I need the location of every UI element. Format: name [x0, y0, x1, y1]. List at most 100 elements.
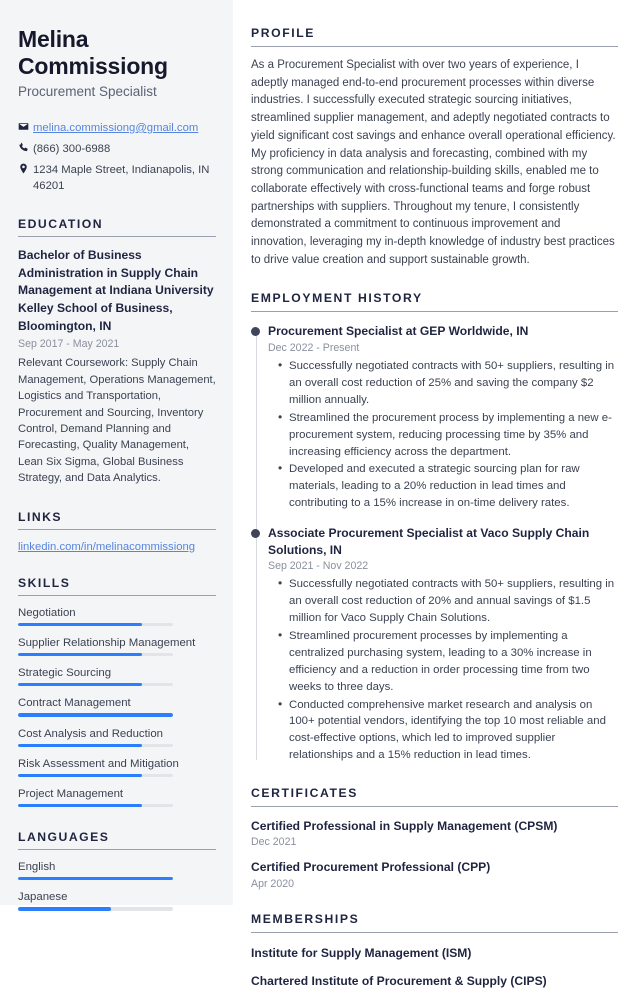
- skill-label: Cost Analysis and Reduction: [18, 727, 163, 740]
- employment-date: Sep 2021 - Nov 2022: [268, 560, 369, 573]
- candidate-name: Melina Commissiong: [18, 26, 168, 80]
- language-level-bar: [18, 877, 173, 881]
- employment-date: Dec 2022 - Present: [268, 342, 360, 355]
- skill-level-bar: [18, 713, 173, 717]
- employment-bullet: Successfully negotiated contracts with 5…: [278, 357, 618, 409]
- membership-entry: Chartered Institute of Procurement & Sup…: [251, 973, 547, 988]
- skill: Cost Analysis and Reduction: [18, 728, 216, 747]
- employment-bullets: Successfully negotiated contracts with 5…: [268, 357, 618, 512]
- location-pin-icon: [18, 162, 33, 174]
- skill-level-fill: [18, 683, 142, 687]
- memberships-heading: MEMBERSHIPS: [251, 912, 618, 933]
- links-section: LINKS linkedin.com/in/melinacommissiong: [18, 510, 216, 553]
- skill-label: Negotiation: [18, 606, 76, 619]
- skill-level-fill: [18, 743, 142, 747]
- memberships-section: MEMBERSHIPS Institute for Supply Managem…: [251, 912, 618, 989]
- employment-bullets: Successfully negotiated contracts with 5…: [268, 575, 618, 765]
- contact-value: (866) 300-6988: [33, 142, 111, 155]
- education-degree: Bachelor of Business Administration in S…: [18, 247, 214, 333]
- skill-label: Risk Assessment and Mitigation: [18, 757, 179, 770]
- profile-section: PROFILE As a Procurement Specialist with…: [251, 26, 618, 269]
- education-description: Relevant Coursework: Supply Chain Manage…: [18, 357, 216, 485]
- contact-value: 1234 Maple Street, Indianapolis, IN 4620…: [33, 163, 210, 192]
- skill-level-bar: [18, 743, 173, 747]
- skill: Negotiation: [18, 606, 216, 627]
- skill-level-bar: [18, 683, 173, 687]
- skill: Risk Assessment and Mitigation: [18, 758, 216, 777]
- profile-heading: PROFILE: [251, 26, 618, 47]
- skill: Contract Management: [18, 697, 216, 717]
- main-content: PROFILE As a Procurement Specialist with…: [233, 0, 640, 988]
- employment-timeline: Procurement Specialist at GEP Worldwide,…: [251, 323, 618, 764]
- membership-entry: Institute for Supply Management (ISM): [251, 945, 472, 960]
- certificate-entry: Certified Professional in Supply Managem…: [251, 818, 618, 848]
- education-date: Sep 2017 - May 2021: [18, 338, 120, 351]
- employment-entry: Procurement Specialist at GEP Worldwide,…: [251, 323, 618, 512]
- language-level-bar: [18, 907, 173, 911]
- skill-label: Contract Management: [18, 697, 131, 710]
- certificate-date: Apr 2020: [251, 877, 294, 890]
- employment-bullet: Successfully negotiated contracts with 5…: [278, 575, 618, 627]
- languages-list: English Japanese: [18, 861, 216, 911]
- employment-bullet: Conducted comprehensive market research …: [278, 696, 618, 765]
- candidate-job-title: Procurement Specialist: [18, 84, 157, 100]
- language-label: English: [18, 861, 56, 874]
- employment-bullet: Streamlined procurement processes by imp…: [278, 627, 618, 696]
- language-level-fill: [18, 907, 111, 911]
- employment-section: EMPLOYMENT HISTORY Procurement Specialis…: [251, 291, 618, 764]
- sidebar: Melina Commissiong Procurement Specialis…: [0, 0, 233, 911]
- languages-section: LANGUAGES English Japanese: [18, 830, 216, 911]
- certificates-list: Certified Professional in Supply Managem…: [251, 818, 618, 890]
- skill-label: Project Management: [18, 787, 124, 800]
- skill-level-bar: [18, 773, 173, 777]
- language: Japanese: [18, 891, 216, 911]
- language: English: [18, 861, 216, 881]
- envelope-icon: [18, 120, 33, 132]
- education-heading: EDUCATION: [18, 217, 216, 237]
- skill: Strategic Sourcing: [18, 667, 216, 687]
- skills-heading: SKILLS: [18, 576, 216, 596]
- education-section: EDUCATION Bachelor of Business Administr…: [18, 217, 216, 487]
- certificates-section: CERTIFICATES Certified Professional in S…: [251, 786, 618, 890]
- skill-level-fill: [18, 653, 142, 657]
- skill-level-bar: [18, 653, 173, 657]
- skill-level-fill: [18, 803, 142, 808]
- certificate-name: Certified Procurement Professional (CPP): [251, 860, 491, 875]
- skill-level-fill: [18, 773, 142, 777]
- contact-value-wrap: melina.commissiong@gmail.com: [33, 120, 216, 136]
- certificate-entry: Certified Procurement Professional (CPP)…: [251, 859, 618, 889]
- employment-bullet: Developed and executed a strategic sourc…: [278, 460, 618, 512]
- contact-row[interactable]: melina.commissiong@gmail.com: [18, 120, 216, 136]
- skill-level-bar: [18, 803, 173, 808]
- language-label: Japanese: [18, 891, 68, 904]
- email-link[interactable]: melina.commissiong@gmail.com: [33, 122, 198, 134]
- skill: Project Management: [18, 787, 216, 808]
- employment-title: Associate Procurement Specialist at Vaco…: [268, 526, 590, 557]
- employment-title: Procurement Specialist at GEP Worldwide,…: [268, 324, 529, 339]
- certificate-date: Dec 2021: [251, 836, 297, 849]
- link-item[interactable]: linkedin.com/in/melinacommissiong: [18, 541, 195, 553]
- contact-row: 1234 Maple Street, Indianapolis, IN 4620…: [18, 162, 216, 194]
- skill-label: Strategic Sourcing: [18, 667, 112, 680]
- languages-heading: LANGUAGES: [18, 830, 216, 851]
- certificates-heading: CERTIFICATES: [251, 786, 618, 807]
- skill-label: Supplier Relationship Management: [18, 637, 196, 650]
- employment-heading: EMPLOYMENT HISTORY: [251, 291, 618, 313]
- links-list: linkedin.com/in/melinacommissiong: [18, 541, 216, 553]
- phone-icon: [18, 141, 33, 153]
- language-level-fill: [18, 877, 173, 881]
- certificate-name: Certified Professional in Supply Managem…: [251, 819, 558, 833]
- skills-list: Negotiation Supplier Relationship Managem…: [18, 606, 216, 808]
- skill: Supplier Relationship Management: [18, 637, 216, 657]
- contact-list: melina.commissiong@gmail.com (866) 300-69…: [18, 120, 216, 194]
- resume-page: Melina Commissiong Procurement Specialis…: [0, 0, 640, 988]
- profile-text: As a Procurement Specialist with over tw…: [251, 59, 616, 266]
- employment-entry: Associate Procurement Specialist at Vaco…: [251, 525, 618, 765]
- skill-level-fill: [18, 622, 142, 627]
- skill-level-bar: [18, 622, 173, 627]
- contact-row: (866) 300-6988: [18, 141, 216, 157]
- skills-section: SKILLS Negotiation Supplier Relationship …: [18, 576, 216, 808]
- skill-level-fill: [18, 713, 173, 717]
- memberships-list: Institute for Supply Management (ISM) Cha…: [251, 945, 618, 989]
- links-heading: LINKS: [18, 510, 216, 530]
